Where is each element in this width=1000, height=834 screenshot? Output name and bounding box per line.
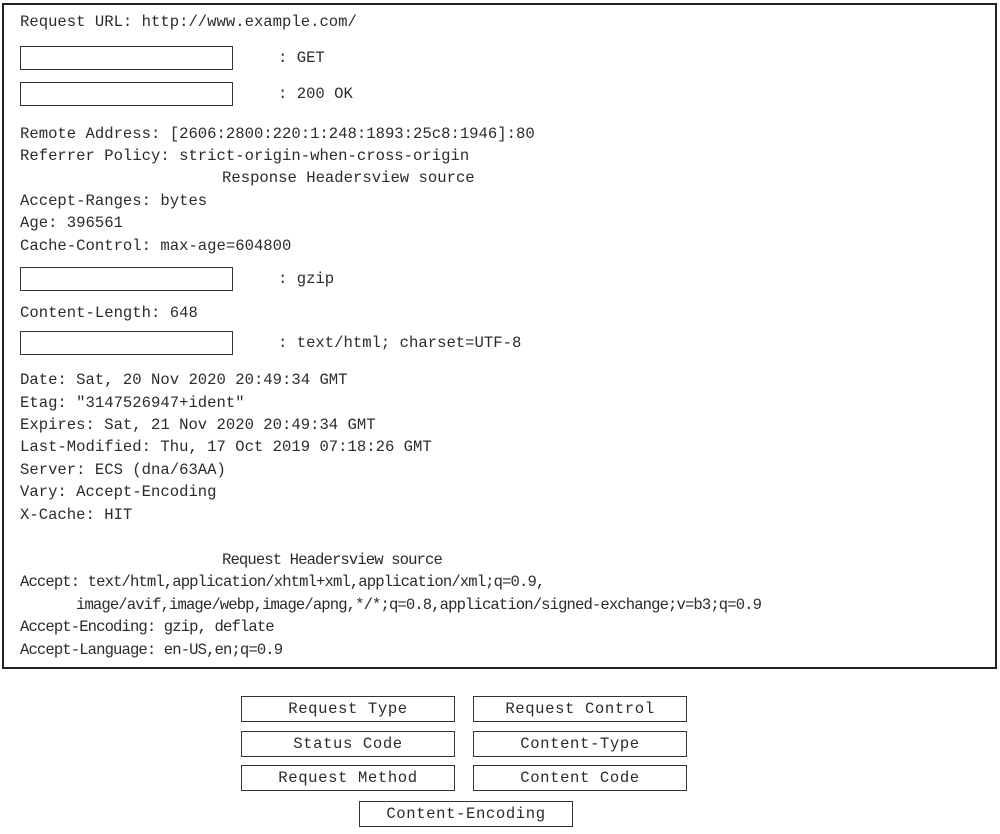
choice-request-type[interactable]: Request Type — [241, 696, 455, 722]
choice-request-method[interactable]: Request Method — [241, 765, 455, 791]
drop-target-content-type[interactable] — [20, 331, 233, 355]
drop-target-status-code[interactable] — [20, 82, 233, 106]
drop-target-content-encoding[interactable] — [20, 267, 233, 291]
request-headers-title: Request Headersview source — [222, 551, 443, 569]
response-headers-title: Response Headersview source — [222, 169, 475, 187]
last-modified: Last-Modified: Thu, 17 Oct 2019 07:18:26… — [20, 438, 432, 456]
referrer-policy: Referrer Policy: strict-origin-when-cros… — [20, 147, 470, 165]
choice-content-code[interactable]: Content Code — [473, 765, 687, 791]
server: Server: ECS (dna/63AA) — [20, 461, 226, 479]
accept-line-1: Accept: text/html,application/xhtml+xml,… — [20, 573, 545, 591]
date: Date: Sat, 20 Nov 2020 20:49:34 GMT — [20, 371, 348, 389]
x-cache: X-Cache: HIT — [20, 506, 133, 524]
expires: Expires: Sat, 21 Nov 2020 20:49:34 GMT — [20, 416, 376, 434]
accept-ranges: Accept-Ranges: bytes — [20, 192, 208, 210]
accept-line-2: image/avif,image/webp,image/apng,*/*;q=0… — [76, 596, 762, 614]
accept-language: Accept-Language: en-US,en;q=0.9 — [20, 641, 283, 659]
vary: Vary: Accept-Encoding — [20, 483, 217, 501]
request-url: Request URL: http://www.example.com/ — [20, 13, 357, 31]
choice-content-type[interactable]: Content-Type — [473, 731, 687, 757]
choice-content-encoding[interactable]: Content-Encoding — [359, 801, 573, 827]
content-type-value: : text/html; charset=UTF-8 — [278, 334, 522, 352]
accept-encoding: Accept-Encoding: gzip, deflate — [20, 618, 275, 636]
content-encoding-value: : gzip — [278, 270, 335, 288]
choice-request-control[interactable]: Request Control — [473, 696, 687, 722]
choice-status-code[interactable]: Status Code — [241, 731, 455, 757]
drop-target-request-method[interactable] — [20, 46, 233, 70]
etag: Etag: "3147526947+ident" — [20, 394, 245, 412]
remote-address: Remote Address: [2606:2800:220:1:248:189… — [20, 125, 535, 143]
request-method-value: : GET — [278, 49, 325, 67]
content-length: Content-Length: 648 — [20, 304, 198, 322]
cache-control: Cache-Control: max-age=604800 — [20, 237, 292, 255]
status-code-value: : 200 OK — [278, 85, 353, 103]
age: Age: 396561 — [20, 214, 123, 232]
http-headers-panel: Request URL: http://www.example.com/ : G… — [2, 3, 997, 669]
